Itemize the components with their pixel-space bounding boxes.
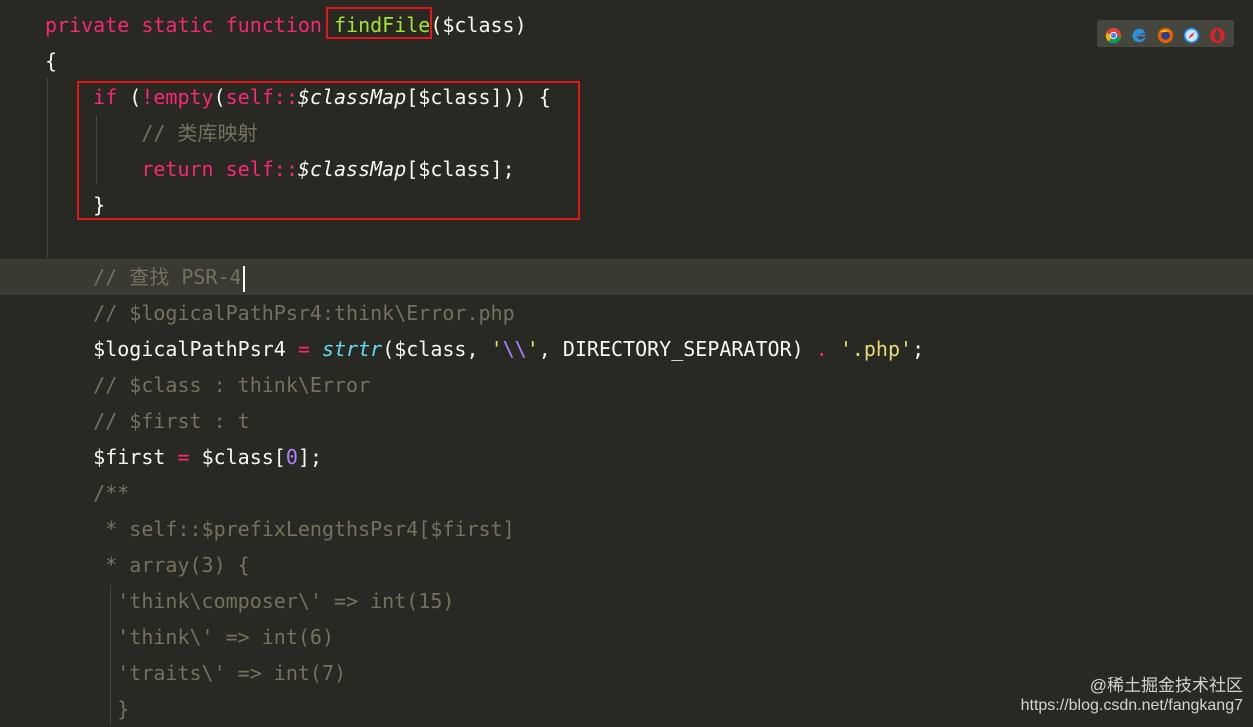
classmap-block-highlight bbox=[77, 81, 580, 220]
code-token: 'think\' => int(6) bbox=[117, 625, 334, 649]
code-token: ' bbox=[490, 337, 503, 361]
code-line[interactable]: * self::$prefixLengthsPsr4[$first] bbox=[0, 511, 1253, 547]
code-line[interactable] bbox=[0, 223, 1253, 259]
code-line[interactable]: // $class : think\Error bbox=[0, 367, 1253, 403]
browser-preview-bar bbox=[1097, 20, 1234, 47]
indent-guide bbox=[110, 585, 111, 726]
code-line[interactable]: // $logicalPathPsr4:think\Error.php bbox=[0, 295, 1253, 331]
code-editor[interactable]: private static function findFile($class)… bbox=[0, 0, 1253, 726]
code-line[interactable]: $logicalPathPsr4 = strtr($class, '\\', D… bbox=[0, 331, 1253, 367]
code-token: * self::$prefixLengthsPsr4[$first] bbox=[105, 517, 515, 541]
watermark: @稀土掘金技术社区 https://blog.csdn.net/fangkang… bbox=[1021, 676, 1243, 716]
code-line[interactable]: 'think\' => int(6) bbox=[0, 619, 1253, 655]
code-token: /** bbox=[93, 481, 130, 505]
code-token: $logicalPathPsr4 bbox=[93, 337, 298, 361]
code-token: \\ bbox=[502, 337, 527, 361]
edge-icon[interactable] bbox=[1131, 25, 1148, 43]
watermark-url: https://blog.csdn.net/fangkang7 bbox=[1020, 697, 1243, 714]
code-line[interactable]: // 查找 PSR-4 bbox=[0, 259, 1253, 295]
indent-guide bbox=[47, 78, 48, 258]
code-line[interactable]: * array(3) { bbox=[0, 547, 1253, 583]
code-token: $first bbox=[93, 445, 178, 469]
code-token: } bbox=[117, 697, 130, 721]
code-token: // $logicalPathPsr4:think\Error.php bbox=[93, 301, 515, 325]
code-line[interactable]: $first = $class[0]; bbox=[0, 439, 1253, 475]
code-token: = bbox=[177, 445, 202, 469]
code-token: private static function bbox=[45, 13, 334, 37]
code-token: strtr bbox=[321, 337, 383, 361]
code-line[interactable]: private static function findFile($class) bbox=[0, 7, 1253, 43]
code-token: ($class, bbox=[382, 337, 491, 361]
code-token: { bbox=[45, 49, 58, 73]
code-token: // $class : think\Error bbox=[93, 373, 371, 397]
code-token: ($class) bbox=[430, 13, 527, 37]
code-token: '.php' bbox=[839, 337, 913, 361]
code-line[interactable]: { bbox=[0, 43, 1253, 79]
code-token: , bbox=[538, 337, 563, 361]
code-token: 'traits\' => int(7) bbox=[117, 661, 347, 685]
firefox-icon[interactable] bbox=[1157, 25, 1174, 44]
code-line[interactable]: /** bbox=[0, 475, 1253, 511]
code-line[interactable]: // $first : t bbox=[0, 403, 1253, 439]
chrome-icon[interactable] bbox=[1105, 25, 1122, 44]
code-token: ]; bbox=[297, 445, 322, 469]
watermark-site: @稀土掘金技术社区 bbox=[1089, 676, 1243, 695]
code-token: // $first : t bbox=[93, 409, 250, 433]
code-token: 0 bbox=[285, 445, 298, 469]
safari-icon[interactable] bbox=[1183, 25, 1200, 44]
opera-icon[interactable] bbox=[1209, 25, 1226, 44]
code-token: . bbox=[815, 337, 828, 361]
text-cursor bbox=[242, 265, 245, 292]
code-token: * array(3) { bbox=[105, 553, 250, 577]
code-token: // 查找 PSR-4 bbox=[93, 265, 242, 289]
code-token: $class[ bbox=[201, 445, 286, 469]
code-token: ' bbox=[526, 337, 539, 361]
code-line[interactable]: 'think\composer\' => int(15) bbox=[0, 583, 1253, 619]
code-token: = bbox=[297, 337, 322, 361]
code-token: 'think\composer\' => int(15) bbox=[117, 589, 455, 613]
function-name-highlight bbox=[326, 7, 432, 39]
code-token: ; bbox=[912, 337, 925, 361]
code-token: ) bbox=[791, 337, 816, 361]
code-token: DIRECTORY_SEPARATOR bbox=[562, 337, 792, 361]
